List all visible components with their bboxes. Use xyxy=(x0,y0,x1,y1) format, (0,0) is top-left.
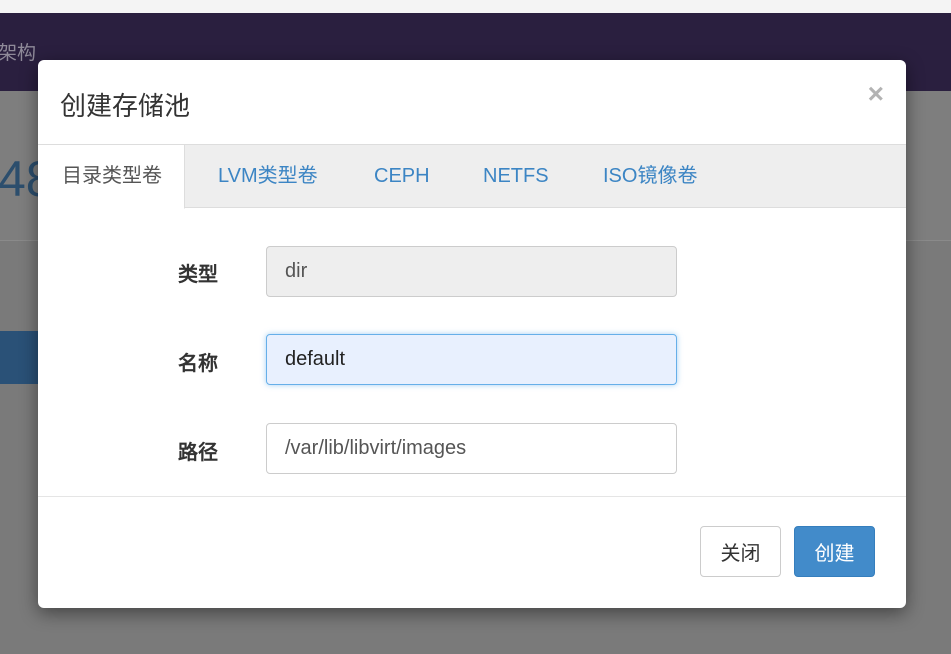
footer-divider xyxy=(38,496,906,497)
tab-lvm[interactable]: LVM类型卷 xyxy=(218,145,318,208)
name-field[interactable] xyxy=(266,334,677,385)
modal-title: 创建存储池 xyxy=(60,92,191,122)
tab-netfs[interactable]: NETFS xyxy=(483,145,549,208)
nav-item-label: 架构 xyxy=(0,42,37,64)
pool-type-tabs: 目录类型卷 LVM类型卷 CEPH NETFS ISO镜像卷 xyxy=(38,144,906,209)
close-icon[interactable]: × xyxy=(868,80,884,108)
type-label: 类型 xyxy=(178,262,218,286)
tab-ceph[interactable]: CEPH xyxy=(374,145,430,208)
path-field[interactable] xyxy=(266,423,677,474)
close-button[interactable]: 关闭 xyxy=(700,526,781,577)
background-button xyxy=(0,331,40,384)
create-pool-modal: 创建存储池 × 目录类型卷 LVM类型卷 CEPH NETFS ISO镜像卷 类… xyxy=(38,60,906,608)
create-button[interactable]: 创建 xyxy=(794,526,875,577)
name-label: 名称 xyxy=(178,351,218,375)
tab-dir[interactable]: 目录类型卷 xyxy=(38,145,185,209)
path-label: 路径 xyxy=(178,440,218,464)
page-top-strip xyxy=(0,0,951,13)
type-field[interactable] xyxy=(266,246,677,297)
tab-iso[interactable]: ISO镜像卷 xyxy=(603,145,697,208)
